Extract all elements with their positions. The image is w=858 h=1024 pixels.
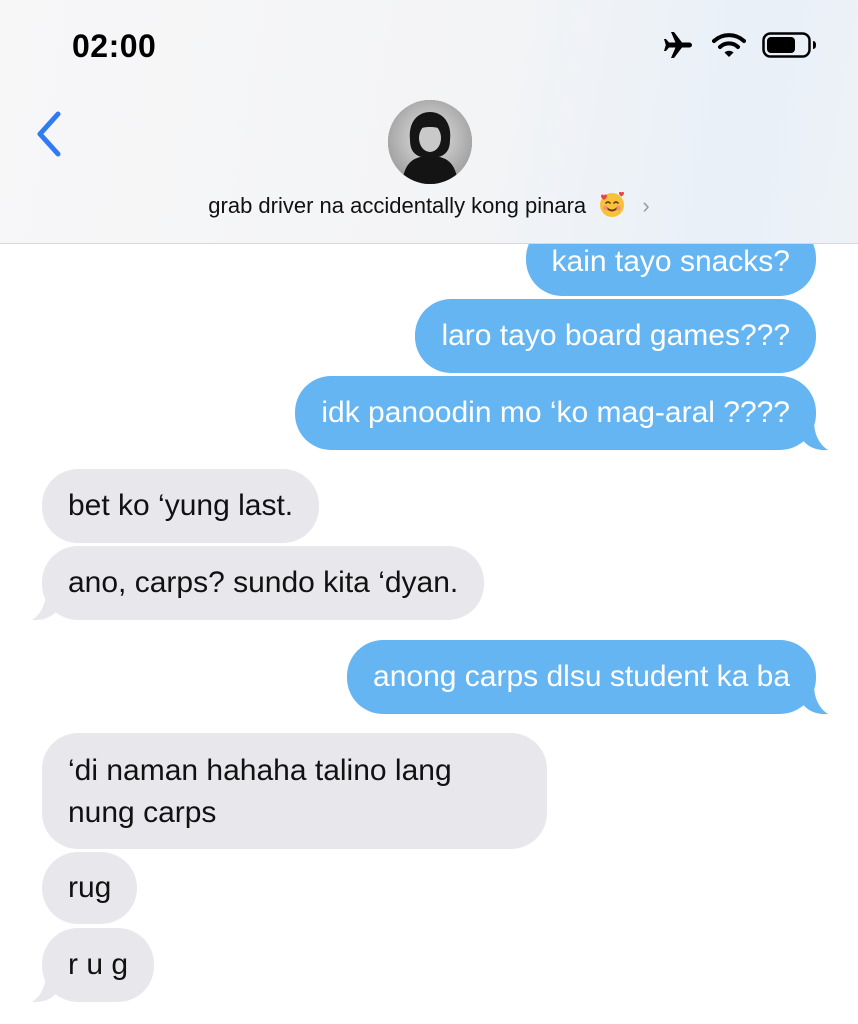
message-text: rug	[68, 871, 112, 904]
contact-title-row[interactable]: grab driver na accidentally kong pinara …	[0, 190, 858, 219]
sent-bubble-tail	[800, 421, 828, 451]
message-bubble-received[interactable]: rug	[42, 852, 138, 924]
airplane-icon	[662, 30, 696, 65]
contact-avatar[interactable]	[388, 100, 472, 184]
message-text: laro tayo board games???	[441, 319, 790, 352]
message-text: ano, carps? sundo kita ‘dyan.	[68, 566, 459, 599]
message-text: idk panoodin mo ‘ko mag-aral ????	[321, 396, 790, 429]
message-bubble-received[interactable]: bet ko ‘yung last.	[42, 469, 320, 543]
message-bubble-sent[interactable]: laro tayo board games???	[415, 299, 816, 373]
message-text: bet ko ‘yung last.	[68, 489, 294, 522]
sent-bubble-tail	[800, 685, 828, 715]
chevron-left-icon	[37, 111, 61, 157]
message-bubble-received[interactable]: ‘di naman hahaha talino lang nung carps	[42, 733, 547, 849]
contact-name: grab driver na accidentally kong pinara	[208, 193, 587, 218]
message-text: anong carps dlsu student ka ba	[373, 660, 790, 693]
received-bubble-tail	[32, 973, 60, 1003]
message-text: r u g	[68, 948, 129, 981]
back-button[interactable]	[30, 108, 70, 160]
wifi-icon	[712, 31, 746, 64]
received-bubble-tail	[32, 591, 60, 621]
smiling-face-with-hearts-icon	[598, 190, 626, 218]
conversation-header: 02:00 grab driver na accidentally kong p…	[0, 0, 858, 244]
message-text-line: nung carps	[68, 796, 217, 829]
status-time: 02:00	[72, 28, 157, 64]
battery-icon	[762, 31, 818, 64]
chevron-right-icon: ›	[642, 193, 650, 218]
message-bubble-sent[interactable]: idk panoodin mo ‘ko mag-aral ????	[295, 376, 816, 450]
message-bubble-received[interactable]: ano, carps? sundo kita ‘dyan.	[42, 546, 485, 620]
message-text-line: ‘di naman hahaha talino lang	[68, 754, 452, 787]
message-bubble-sent[interactable]: anong carps dlsu student ka ba	[347, 640, 816, 714]
message-text: kain tayo snacks?	[551, 245, 790, 278]
status-icons	[662, 30, 818, 64]
